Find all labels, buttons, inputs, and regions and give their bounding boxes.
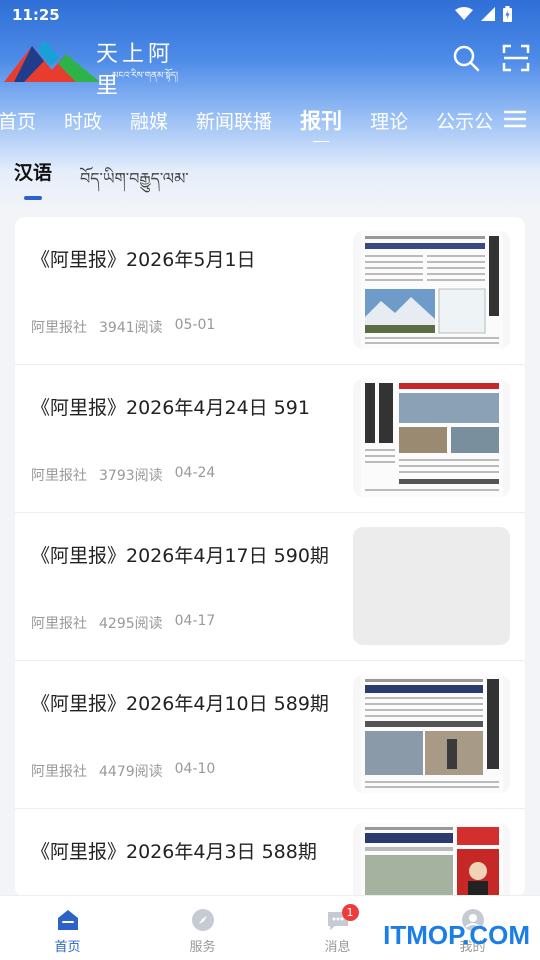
search-icon xyxy=(453,45,480,72)
article-meta: 阿里报社 3941阅读 05-01 xyxy=(31,317,215,337)
article-title: 《阿里报》2026年5月1日 xyxy=(31,249,256,271)
article-reads: 4295阅读 xyxy=(99,616,163,632)
wifi-icon xyxy=(455,7,473,20)
menu-icon[interactable] xyxy=(504,108,526,130)
scan-icon xyxy=(502,44,530,72)
list-item[interactable]: 《阿里报》2026年4月24日 591 阿里报社 3793阅读 04-24 xyxy=(15,365,525,513)
bottom-tab-label: 首页 xyxy=(54,940,81,955)
article-meta: 阿里报社 4295阅读 04-17 xyxy=(31,613,215,633)
newspaper-thumbnail xyxy=(353,231,510,349)
article-reads: 3793阅读 xyxy=(99,468,163,484)
brand-sub: མངའ་རིས་གནམ་སྟོད། xyxy=(112,71,179,81)
thumbnail-placeholder xyxy=(353,527,510,645)
bottom-tab-label: 服务 xyxy=(189,940,216,955)
subtab-chinese[interactable]: 汉语 xyxy=(14,158,52,200)
article-reads: 3941阅读 xyxy=(99,320,163,336)
signal-icon xyxy=(481,7,495,21)
article-reads: 4479阅读 xyxy=(99,764,163,780)
battery-icon xyxy=(503,6,512,22)
channel-tabs: 首页 时政 融媒 新闻联播 报刊 理论 公示公 xyxy=(0,98,498,142)
bottom-tab-home[interactable]: 首页 xyxy=(0,896,135,960)
list-item[interactable]: 《阿里报》2026年4月10日 589期 阿里报社 4479阅读 04-10 xyxy=(15,661,525,809)
tab-notice[interactable]: 公示公 xyxy=(436,107,493,134)
compass-icon xyxy=(191,909,214,931)
tab-media[interactable]: 融媒 xyxy=(130,107,168,134)
article-title: 《阿里报》2026年4月3日 588期 xyxy=(31,841,317,863)
article-title: 《阿里报》2026年4月17日 590期 xyxy=(31,545,329,567)
article-meta: 阿里报社 3793阅读 04-24 xyxy=(31,465,215,485)
newspaper-image xyxy=(361,379,503,497)
app-logo: 天上阿里 མངའ་རིས་གནམ་སྟོད། xyxy=(4,36,194,99)
tab-news-broadcast[interactable]: 新闻联播 xyxy=(196,107,272,134)
status-bar: 11:25 xyxy=(0,0,540,32)
status-icons xyxy=(455,6,512,22)
list-item[interactable]: 《阿里报》2026年5月1日 阿里报社 3941阅读 05-01 xyxy=(15,217,525,365)
tab-newspaper[interactable]: 报刊 xyxy=(300,105,342,142)
article-date: 04-10 xyxy=(174,761,216,777)
article-title: 《阿里报》2026年4月24日 591 xyxy=(31,397,310,419)
article-meta: 阿里报社 4479阅读 04-10 xyxy=(31,761,215,781)
tab-home[interactable]: 首页 xyxy=(0,107,36,134)
bottom-tab-service[interactable]: 服务 xyxy=(135,896,270,960)
newspaper-thumbnail xyxy=(353,379,510,497)
mountain-logo-icon xyxy=(4,40,100,82)
article-source: 阿里报社 xyxy=(31,764,87,780)
newspaper-image xyxy=(361,675,503,793)
list-item[interactable]: 《阿里报》2026年4月17日 590期 阿里报社 4295阅读 04-17 xyxy=(15,513,525,661)
newspaper-thumbnail xyxy=(353,823,510,897)
search-button[interactable] xyxy=(452,44,480,72)
article-title: 《阿里报》2026年4月10日 589期 xyxy=(31,693,329,715)
status-time: 11:25 xyxy=(12,6,60,24)
article-date: 05-01 xyxy=(174,317,216,333)
subtab-tibetan[interactable]: བོད་ཡིག་བརྒྱུད་ལམ་ xyxy=(80,158,189,206)
article-source: 阿里报社 xyxy=(31,616,87,632)
article-date: 04-17 xyxy=(174,613,216,629)
top-actions xyxy=(452,44,530,72)
newspaper-image xyxy=(361,823,503,897)
watermark-text: ITMOP.COM xyxy=(383,920,530,950)
tab-theory[interactable]: 理论 xyxy=(370,107,408,134)
scan-button[interactable] xyxy=(502,44,530,72)
tab-politics[interactable]: 时政 xyxy=(64,107,102,134)
home-icon xyxy=(57,910,78,930)
article-list: 《阿里报》2026年5月1日 阿里报社 3941阅读 05-01 《阿里报》20… xyxy=(15,217,525,897)
newspaper-thumbnail xyxy=(353,675,510,793)
article-date: 04-24 xyxy=(174,465,216,481)
unread-badge: 1 xyxy=(341,904,359,921)
article-source: 阿里报社 xyxy=(31,468,87,484)
language-tabs: 汉语 བོད་ཡིག་བརྒྱུད་ལམ་ xyxy=(14,158,189,206)
article-source: 阿里报社 xyxy=(31,320,87,336)
newspaper-image xyxy=(361,231,503,349)
list-item[interactable]: 《阿里报》2026年4月3日 588期 xyxy=(15,809,525,897)
